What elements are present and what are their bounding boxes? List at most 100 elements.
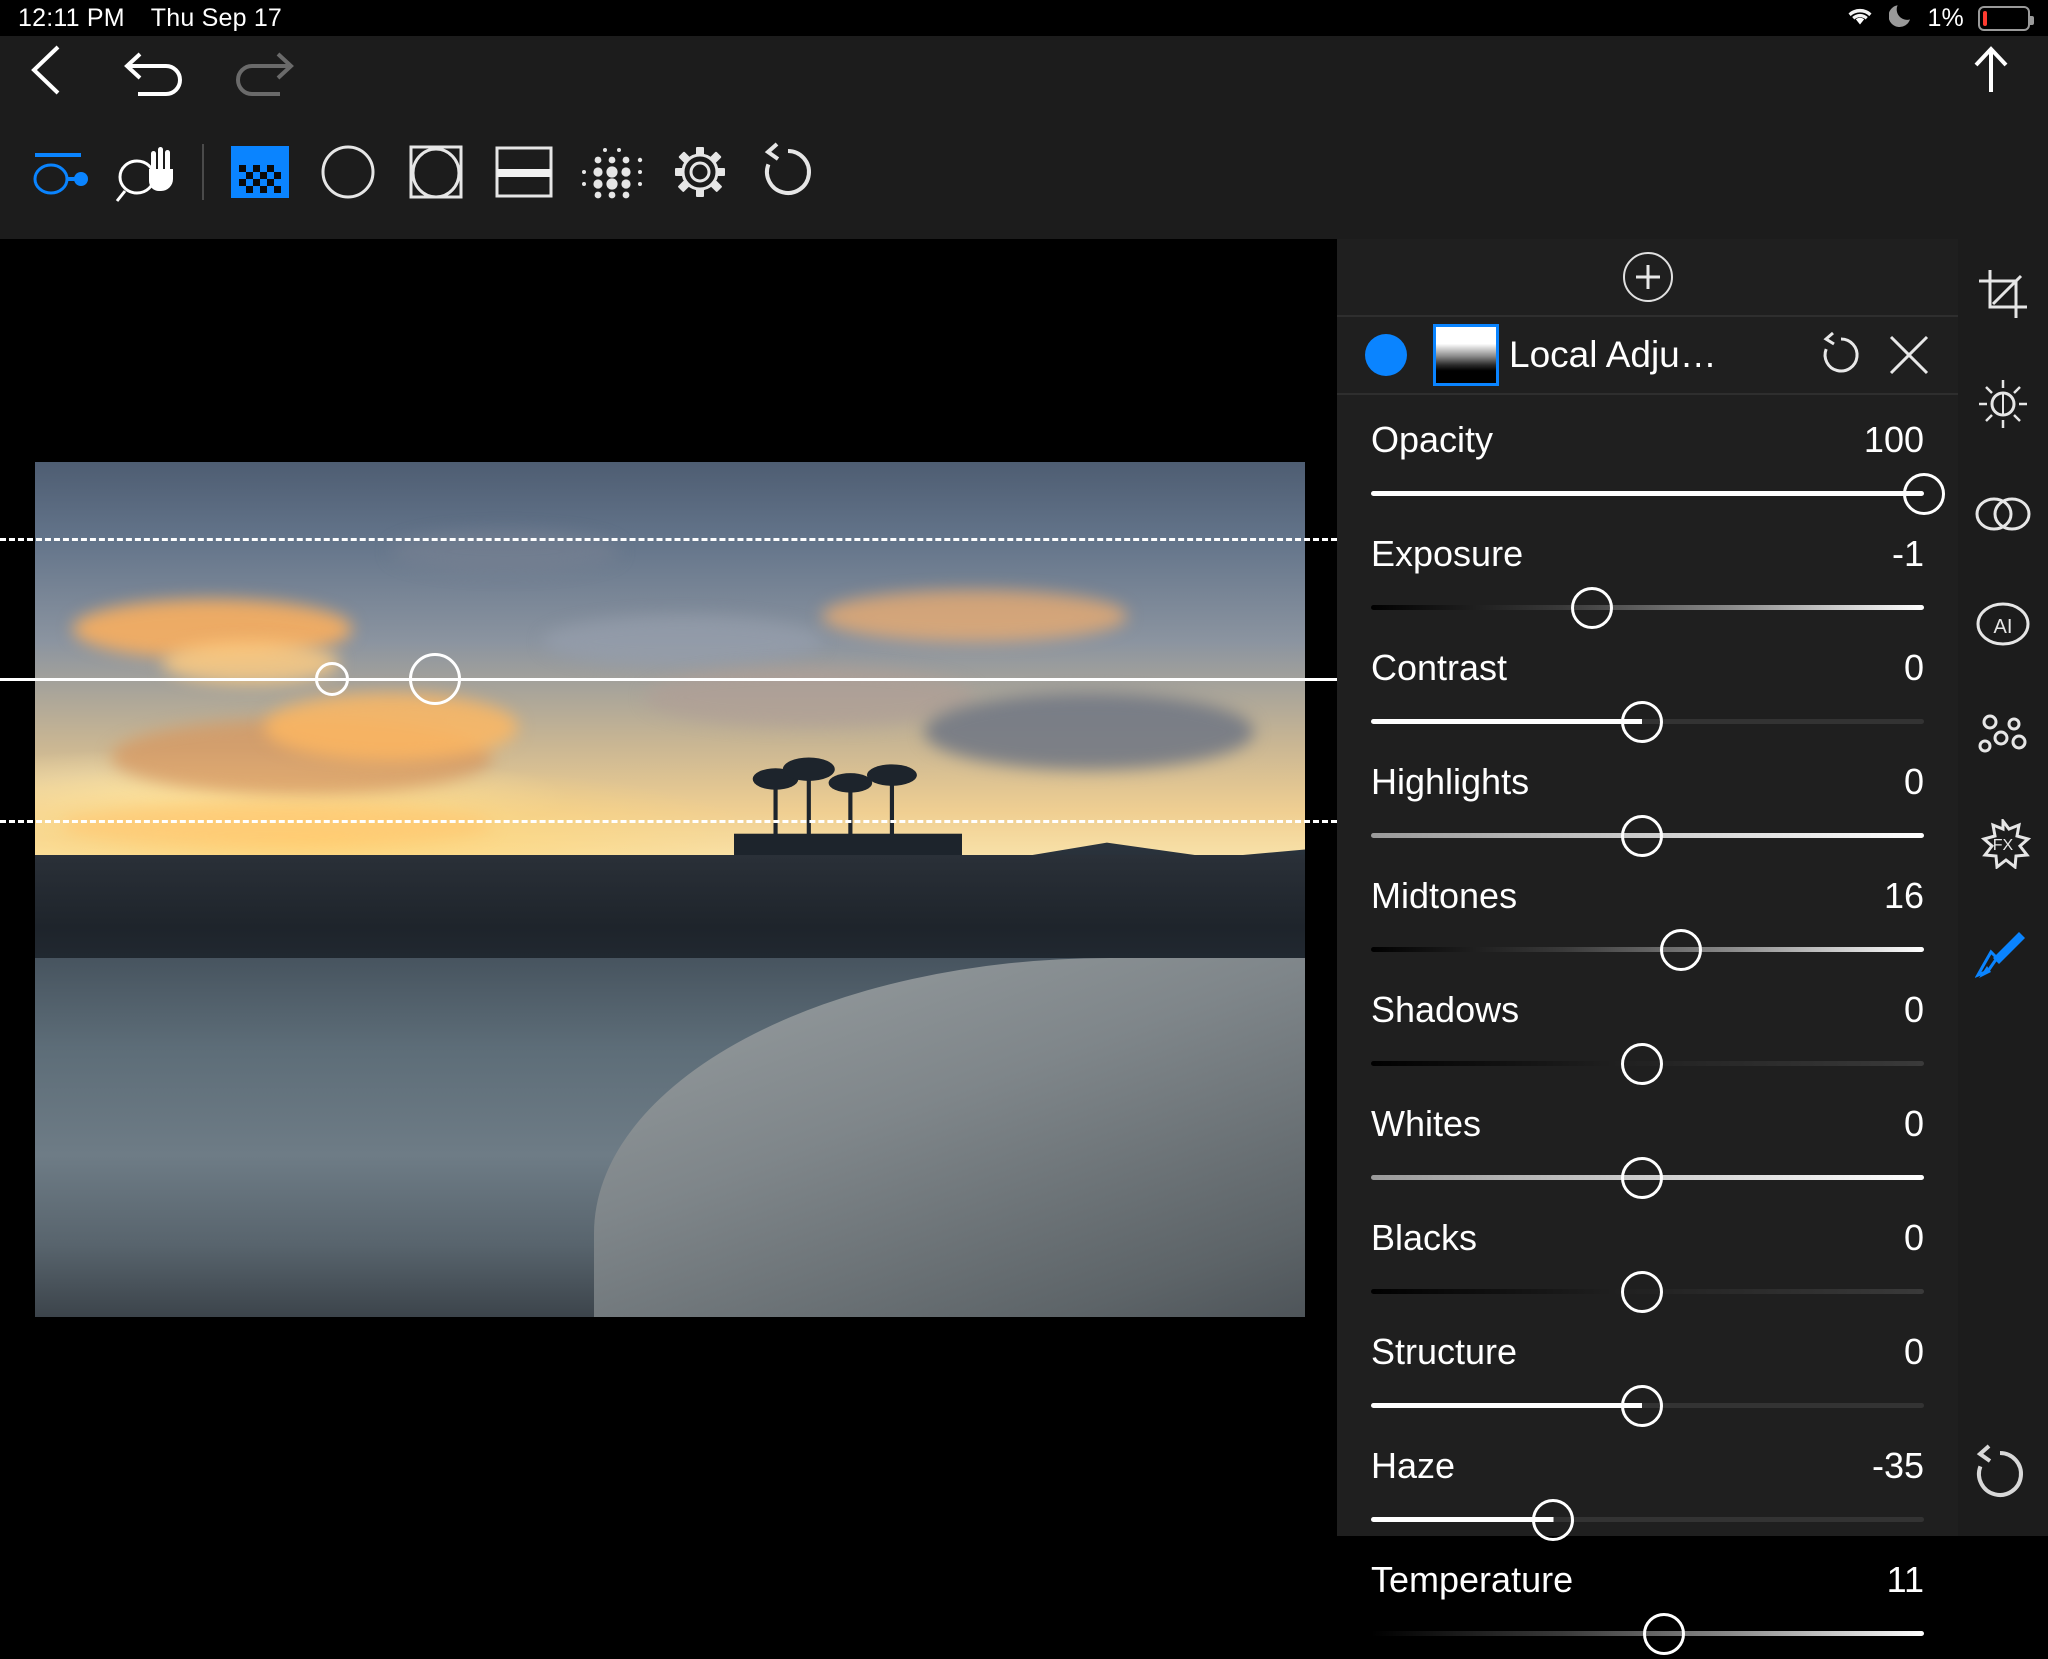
- slider-opacity[interactable]: Opacity 100: [1371, 405, 1945, 519]
- crop-icon[interactable]: [1970, 261, 2036, 327]
- cloud: [924, 692, 1255, 770]
- slider-track[interactable]: [1371, 947, 1924, 952]
- slider-label-row: Exposure -1: [1371, 533, 1924, 581]
- slider-track[interactable]: [1371, 1517, 1924, 1522]
- slider-value: 0: [1903, 761, 1924, 802]
- slider-label-row: Temperature 11: [1371, 1559, 1924, 1607]
- slider-value: 100: [1863, 419, 1924, 460]
- export-upload-icon[interactable]: [1968, 42, 2014, 98]
- slider-temperature[interactable]: Temperature 11: [1371, 1545, 1924, 1659]
- brush-density-tool-icon[interactable]: [568, 117, 656, 227]
- slider-name: Exposure: [1371, 533, 1524, 574]
- fx-effects-icon[interactable]: FX: [1970, 811, 2036, 877]
- slider-thumb[interactable]: [1643, 1613, 1686, 1655]
- slider-label-row: Whites 0: [1371, 1103, 1924, 1151]
- slider-value: 16: [1883, 875, 1924, 916]
- slider-name: Contrast: [1371, 647, 1508, 688]
- slider-whites[interactable]: Whites 0: [1371, 1089, 1924, 1203]
- slider-track[interactable]: [1371, 491, 1924, 496]
- slider-thumb[interactable]: [1659, 929, 1702, 971]
- slider-track-wrap[interactable]: [1371, 695, 1924, 747]
- slider-track-wrap[interactable]: [1371, 1379, 1924, 1431]
- reset-tool-icon[interactable]: [744, 117, 832, 227]
- slider-thumb[interactable]: [1571, 587, 1614, 629]
- mask-handle-large[interactable]: [409, 653, 461, 705]
- ai-icon[interactable]: AI: [1970, 591, 2036, 657]
- image-canvas[interactable]: [0, 239, 1337, 1536]
- slider-thumb[interactable]: [1620, 815, 1663, 857]
- slider-contrast[interactable]: Contrast 0: [1371, 633, 1924, 747]
- slider-midtones[interactable]: Midtones 16: [1371, 861, 1924, 975]
- slider-shadows[interactable]: Shadows 0: [1371, 975, 1924, 1089]
- slider-name: Blacks: [1371, 1217, 1478, 1258]
- slider-name: Temperature: [1371, 1559, 1574, 1600]
- slider-track-wrap[interactable]: [1371, 467, 1945, 519]
- slider-label-row: Shadows 0: [1371, 989, 1924, 1037]
- slider-label-row: Highlights 0: [1371, 761, 1924, 809]
- reset-all-icon[interactable]: [1970, 1443, 2030, 1508]
- slider-track[interactable]: [1371, 605, 1924, 610]
- slider-track-wrap[interactable]: [1371, 581, 1924, 633]
- settings-gear-tool-icon[interactable]: [656, 117, 744, 227]
- redo-icon[interactable]: [232, 44, 302, 96]
- slider-exposure[interactable]: Exposure -1: [1371, 519, 1924, 633]
- mask-handle-small[interactable]: [315, 662, 349, 696]
- slider-thumb[interactable]: [1620, 1271, 1663, 1313]
- slider-thumb[interactable]: [1620, 1385, 1663, 1427]
- layer-mask-thumbnail[interactable]: [1433, 324, 1499, 386]
- reset-layer-icon[interactable]: [1818, 330, 1864, 380]
- slider-structure[interactable]: Structure 0: [1371, 1317, 1924, 1431]
- slider-track-wrap[interactable]: [1371, 809, 1924, 861]
- close-layer-icon[interactable]: [1886, 332, 1932, 378]
- slider-thumb[interactable]: [1532, 1499, 1575, 1541]
- slider-thumb[interactable]: [1620, 1157, 1663, 1199]
- detail-dots-icon[interactable]: [1970, 701, 2036, 767]
- mask-upper-boundary[interactable]: [0, 538, 1337, 541]
- tool-row: [0, 104, 2048, 239]
- slider-track-wrap[interactable]: [1371, 1607, 1924, 1659]
- slider-haze[interactable]: Haze -35: [1371, 1431, 1924, 1545]
- slider-thumb[interactable]: [1903, 473, 1945, 515]
- layer-color-dot[interactable]: [1365, 334, 1407, 376]
- slider-track-wrap[interactable]: [1371, 1151, 1924, 1203]
- slider-highlights[interactable]: Highlights 0: [1371, 747, 1924, 861]
- slider-thumb[interactable]: [1620, 1043, 1663, 1085]
- slider-value: 0: [1903, 989, 1924, 1030]
- brush-local-adjust-icon[interactable]: [1970, 921, 2036, 987]
- cloud: [263, 692, 518, 762]
- color-balance-icon[interactable]: [1970, 481, 2036, 547]
- gradient-mask-tool-icon[interactable]: [216, 117, 304, 227]
- light-exposure-icon[interactable]: [1970, 371, 2036, 437]
- photo-palm-trees: [733, 736, 963, 873]
- slider-value: -35: [1871, 1445, 1924, 1486]
- slider-track-wrap[interactable]: [1371, 1265, 1924, 1317]
- slider-name: Midtones: [1371, 875, 1518, 916]
- back-chevron-icon[interactable]: [22, 43, 70, 97]
- slider-list: Opacity 100 Exposure -1 Contrast 0 Highlights 0…: [1337, 395, 1958, 1659]
- edited-photo[interactable]: [35, 462, 1305, 1317]
- pan-zoom-tool-icon[interactable]: [102, 117, 190, 227]
- linear-gradient-tool-icon[interactable]: [480, 117, 568, 227]
- slider-thumb[interactable]: [1620, 701, 1663, 743]
- layer-row[interactable]: Local Adju…: [1337, 317, 1958, 395]
- battery-percent: 1%: [1927, 3, 1964, 32]
- slider-label-row: Blacks 0: [1371, 1217, 1924, 1265]
- slider-value: 0: [1903, 1103, 1924, 1144]
- slider-value: 0: [1903, 1217, 1924, 1258]
- cloud: [390, 530, 620, 574]
- slider-track-wrap[interactable]: [1371, 1037, 1924, 1089]
- mask-lower-boundary[interactable]: [0, 820, 1337, 823]
- undo-icon[interactable]: [116, 44, 186, 96]
- radial-mask-tool-icon[interactable]: [304, 117, 392, 227]
- slider-track-wrap[interactable]: [1371, 1493, 1924, 1545]
- slider-track-wrap[interactable]: [1371, 923, 1924, 975]
- slider-name: Opacity: [1371, 419, 1494, 460]
- add-layer-button[interactable]: [1622, 252, 1673, 302]
- slider-blacks[interactable]: Blacks 0: [1371, 1203, 1924, 1317]
- cloud: [60, 804, 493, 847]
- toolbar-divider: [202, 143, 204, 200]
- mask-center-line[interactable]: [0, 678, 1337, 681]
- shape-mask-tool-icon[interactable]: [392, 117, 480, 227]
- status-bar: 12:11 PM Thu Sep 17 1%: [0, 0, 2048, 36]
- adjust-curve-tool-icon[interactable]: [14, 117, 102, 227]
